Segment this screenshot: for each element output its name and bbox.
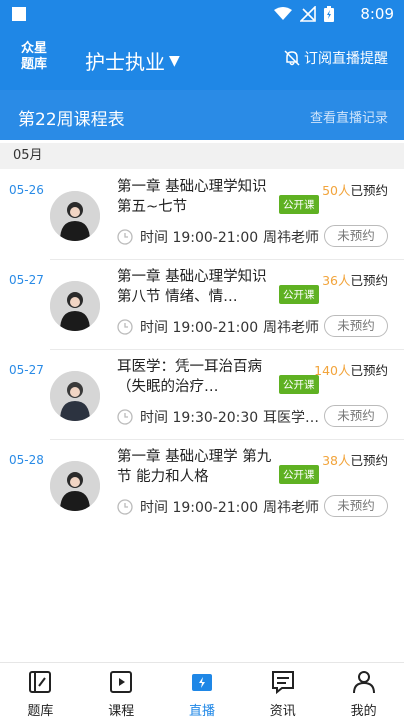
teacher-photo-icon (50, 371, 100, 421)
week-title: 第22周课程表 (18, 110, 125, 130)
reservation-number: 38人 (322, 453, 351, 468)
question-bank-icon (29, 671, 52, 693)
reservation-count: 50人已预约 (322, 180, 388, 199)
open-class-badge: 公开课 (279, 195, 319, 214)
tab-label: 直播 (188, 704, 215, 719)
tab-course[interactable]: 课程 (81, 663, 162, 720)
tab-label: 题库 (27, 704, 54, 719)
divider (50, 259, 404, 260)
reservation-number: 36人 (322, 273, 351, 288)
clock-icon (117, 229, 133, 245)
wifi-icon (274, 7, 292, 20)
view-live-records-link[interactable]: 查看直播记录 (310, 107, 388, 126)
reservation-number: 140人 (314, 363, 351, 378)
notification-icon (12, 7, 26, 21)
app-bar: 众星 题库 护士执业 ▼ 订阅直播提醒 (0, 28, 404, 90)
reserve-status-button[interactable]: 未预约 (324, 495, 388, 517)
reserve-status-button[interactable]: 未预约 (324, 405, 388, 427)
open-class-badge: 公开课 (279, 285, 319, 304)
course-title: 第一章 基础心理学 第九节 能力和人格 (117, 449, 272, 485)
reservation-suffix: 已预约 (350, 273, 388, 288)
clock-time: 8:09 (360, 5, 394, 23)
course-time-text: 时间 19:00-21:00 (140, 500, 259, 516)
course-title: 耳医学：凭一耳治百病（失眠的治疗… (117, 359, 262, 395)
teacher-name: 耳医学… (263, 410, 319, 426)
course-title: 第一章 基础心理学知识 第八节 情绪、情… (117, 269, 267, 305)
teacher-photo-icon (50, 191, 100, 241)
course-time-text: 时间 19:00-21:00 (140, 320, 259, 336)
live-icon (191, 674, 212, 691)
teacher-photo-icon (50, 281, 100, 331)
course-row[interactable]: 05-27 第一章 基础心理学知识 第八节 情绪、情… 公开课 36人已预约 时… (0, 262, 404, 352)
course-time: 时间 19:30-20:30 (117, 407, 258, 427)
news-icon (271, 671, 294, 695)
reservation-number: 50人 (322, 183, 351, 198)
teacher-avatar (50, 461, 100, 511)
course-date: 05-27 (9, 273, 44, 287)
logo-text-bottom: 题库 (20, 57, 47, 72)
reservation-suffix: 已预约 (350, 453, 388, 468)
reservation-count: 38人已预约 (322, 450, 388, 469)
divider (50, 439, 404, 440)
course-date: 05-26 (9, 183, 44, 197)
reservation-count: 36人已预约 (322, 270, 388, 289)
course-row[interactable]: 05-28 第一章 基础心理学 第九节 能力和人格 公开课 38人已预约 时间 … (0, 442, 404, 532)
open-class-badge: 公开课 (279, 375, 319, 394)
status-bar: 8:09 (0, 0, 404, 28)
caret-down-icon: ▼ (169, 52, 180, 69)
course-date: 05-27 (9, 363, 44, 377)
course-time: 时间 19:00-21:00 (117, 317, 258, 337)
exam-category-selector[interactable]: 护士执业 ▼ (85, 46, 180, 75)
clock-icon (117, 319, 133, 335)
logo-text-top: 众星 (20, 41, 47, 56)
app-logo[interactable]: 众星 题库 (18, 41, 50, 73)
teacher-name: 周祎老师 (263, 320, 319, 336)
tab-label: 资讯 (269, 704, 296, 719)
reserve-status-button[interactable]: 未预约 (324, 315, 388, 337)
week-schedule-bar: 第22周课程表 查看直播记录 (0, 90, 404, 140)
reservation-suffix: 已预约 (350, 183, 388, 198)
teacher-name: 周祎老师 (263, 500, 319, 516)
tab-news[interactable]: 资讯 (242, 663, 323, 720)
reserve-status-button[interactable]: 未预约 (324, 225, 388, 247)
teacher-avatar (50, 371, 100, 421)
tab-profile[interactable]: 我的 (323, 663, 404, 720)
divider (50, 349, 404, 350)
open-class-badge: 公开课 (279, 465, 319, 484)
course-row[interactable]: 05-27 耳医学：凭一耳治百病（失眠的治疗… 公开课 140人已预约 时间 1… (0, 352, 404, 442)
status-icons (274, 6, 334, 22)
course-time-text: 时间 19:30-20:30 (140, 410, 259, 426)
course-row[interactable]: 05-26 第一章 基础心理学知识 第五~七节 公开课 50人已预约 时间 19… (0, 172, 404, 262)
reservation-suffix: 已预约 (350, 363, 388, 378)
subscribe-label: 订阅直播提醒 (304, 51, 388, 67)
profile-icon (352, 671, 375, 694)
tab-label: 我的 (350, 704, 377, 719)
bottom-tab-bar: 题库 课程 直播 资讯 我的 (0, 662, 404, 720)
bell-off-icon (284, 50, 300, 66)
clock-icon (117, 409, 133, 425)
signal-off-icon (300, 6, 316, 22)
course-time: 时间 19:00-21:00 (117, 227, 258, 247)
subscribe-live-reminder-button[interactable]: 订阅直播提醒 (284, 48, 388, 68)
clock-icon (117, 499, 133, 515)
tab-label: 课程 (108, 704, 135, 719)
battery-icon (324, 6, 334, 22)
course-time: 时间 19:00-21:00 (117, 497, 258, 517)
course-time-text: 时间 19:00-21:00 (140, 230, 259, 246)
teacher-avatar (50, 281, 100, 331)
month-header: 05月 (0, 143, 404, 169)
teacher-avatar (50, 191, 100, 241)
teacher-name: 周祎老师 (263, 230, 319, 246)
teacher-photo-icon (50, 461, 100, 511)
course-title: 第一章 基础心理学知识 第五~七节 (117, 179, 267, 215)
video-course-icon (110, 671, 133, 693)
tab-live[interactable]: 直播 (162, 663, 243, 720)
exam-category-label: 护士执业 (85, 50, 165, 74)
reservation-count: 140人已预约 (314, 360, 388, 379)
course-date: 05-28 (9, 453, 44, 467)
tab-question-bank[interactable]: 题库 (0, 663, 81, 720)
